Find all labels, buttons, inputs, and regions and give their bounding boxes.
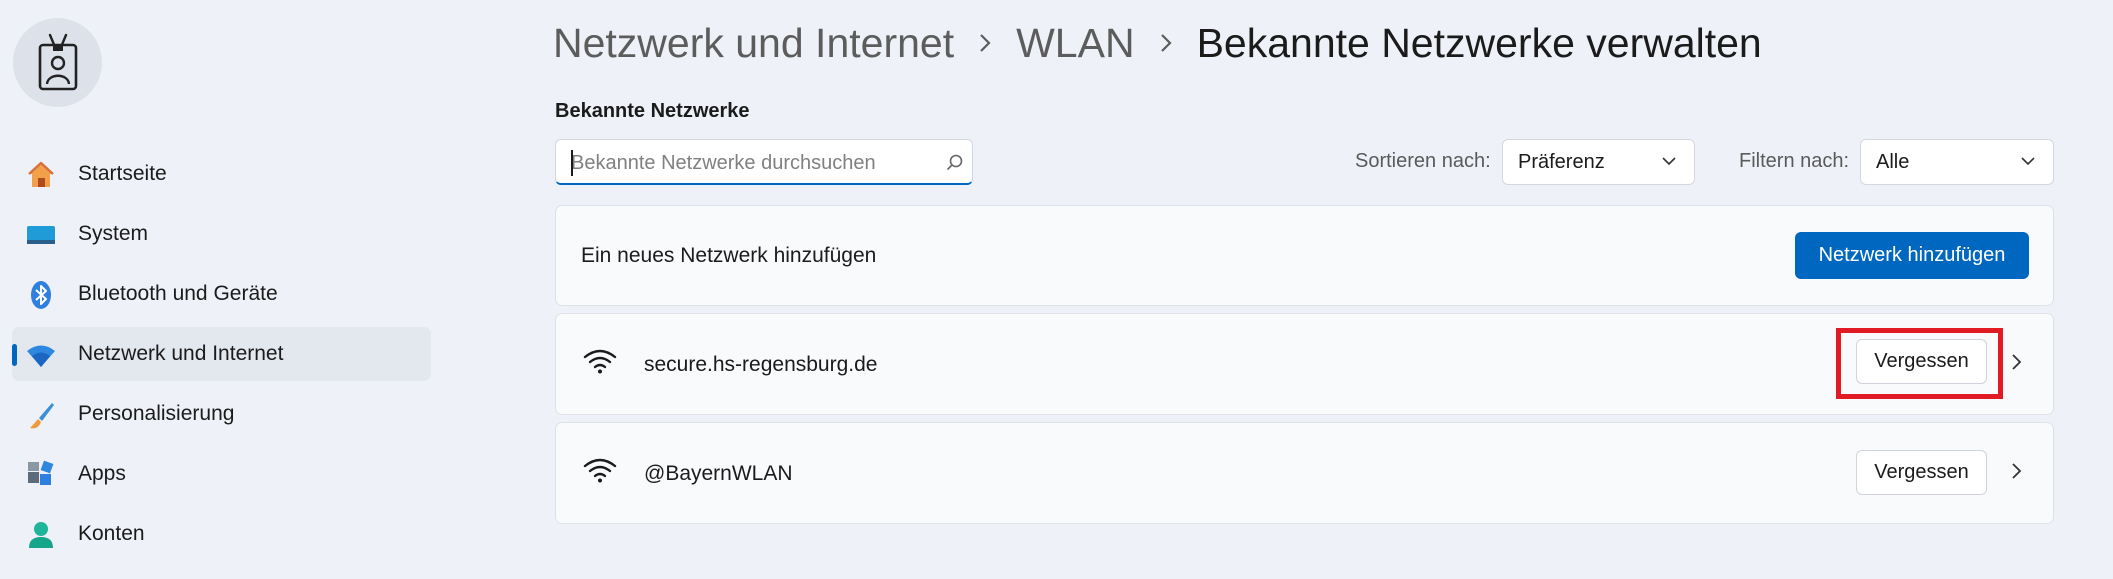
add-network-card: Ein neues Netzwerk hinzufügen Netzwerk h…	[555, 205, 2054, 306]
breadcrumb-wlan[interactable]: WLAN	[1016, 20, 1134, 67]
apps-icon	[28, 460, 54, 485]
search-icon[interactable]	[946, 154, 963, 171]
search-input[interactable]	[569, 148, 933, 178]
network-row[interactable]: @BayernWLAN Vergessen	[555, 422, 2054, 524]
bluetooth-icon	[31, 281, 51, 309]
sidebar-item-label: Personalisierung	[78, 402, 235, 425]
chevron-right-icon[interactable]	[2011, 353, 2022, 371]
highlight-box	[1836, 328, 2003, 399]
sidebar-item-system[interactable]: System	[12, 207, 431, 261]
add-network-text: Ein neues Netzwerk hinzufügen	[581, 244, 877, 267]
sidebar-item-personalisierung[interactable]: Personalisierung	[12, 387, 431, 441]
sort-value: Präferenz	[1518, 150, 1605, 173]
chevron-down-icon	[2021, 157, 2035, 166]
sort-label: Sortieren nach:	[1355, 150, 1491, 172]
text-cursor	[571, 150, 573, 176]
sidebar-item-label: System	[78, 222, 149, 245]
user-badge-icon	[38, 33, 77, 90]
home-icon	[28, 161, 54, 187]
sidebar-item-apps[interactable]: Apps	[12, 447, 431, 501]
sidebar-item-label: Startseite	[78, 162, 167, 185]
network-row[interactable]: secure.hs-regensburg.de Vergessen	[555, 313, 2054, 415]
paintbrush-icon	[30, 403, 54, 429]
sidebar-item-konten[interactable]: Konten	[12, 507, 431, 561]
breadcrumb-network-internet[interactable]: Netzwerk und Internet	[553, 20, 954, 67]
account-icon	[29, 522, 53, 548]
breadcrumb: Netzwerk und Internet WLAN Bekannte Netz…	[553, 15, 1762, 71]
wifi-icon	[583, 458, 617, 483]
forget-button[interactable]: Vergessen	[1856, 450, 1987, 495]
chevron-right-icon	[1135, 33, 1197, 53]
network-name: secure.hs-regensburg.de	[644, 353, 878, 376]
sidebar-item-bluetooth[interactable]: Bluetooth und Geräte	[12, 267, 431, 321]
sidebar-item-startseite[interactable]: Startseite	[12, 147, 431, 201]
filter-dropdown[interactable]: Alle	[1860, 139, 2054, 185]
wifi-network-icon	[27, 345, 55, 367]
chevron-down-icon	[1662, 157, 1676, 166]
filter-label: Filtern nach:	[1739, 150, 1850, 172]
wifi-icon	[583, 349, 617, 374]
add-network-button[interactable]: Netzwerk hinzufügen	[1795, 232, 2029, 279]
sidebar-item-label: Konten	[78, 522, 145, 545]
sidebar-item-label: Bluetooth und Geräte	[78, 282, 278, 305]
search-box[interactable]	[555, 139, 973, 185]
selection-indicator	[12, 344, 17, 366]
network-name: @BayernWLAN	[644, 462, 793, 485]
chevron-right-icon[interactable]	[2011, 462, 2022, 480]
page-title: Bekannte Netzwerke verwalten	[1196, 19, 1762, 66]
section-title: Bekannte Netzwerke	[555, 100, 750, 122]
system-display-icon	[27, 226, 55, 244]
sort-dropdown[interactable]: Präferenz	[1502, 139, 1695, 185]
filter-value: Alle	[1876, 150, 1910, 173]
sidebar-item-netzwerk[interactable]: Netzwerk und Internet	[12, 327, 431, 381]
sidebar-item-label: Netzwerk und Internet	[78, 342, 284, 365]
chevron-right-icon	[954, 33, 1016, 53]
sidebar-item-label: Apps	[78, 462, 126, 485]
avatar[interactable]	[13, 18, 102, 107]
